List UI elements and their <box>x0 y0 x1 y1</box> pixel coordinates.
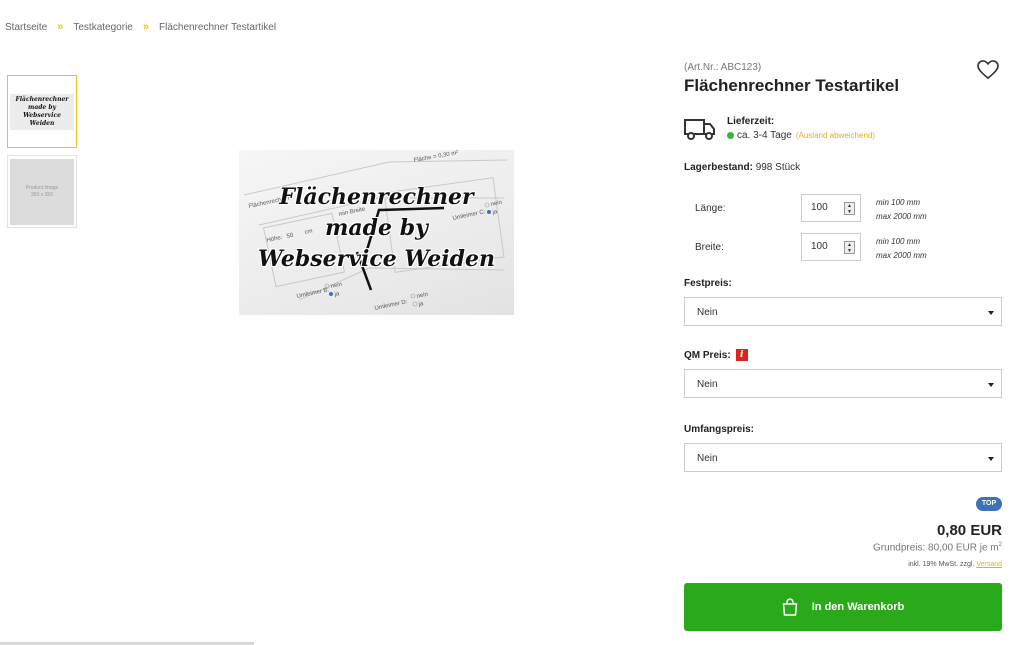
thumbnail-text: Flächenrechner <box>15 95 69 103</box>
breite-input[interactable]: 100 ▲ ▼ <box>801 233 861 261</box>
select-label-text: Umfangspreis: <box>684 424 755 435</box>
delivery-info: Lieferzeit: ca. 3-4 Tage (Ausland abweic… <box>684 116 875 142</box>
add-to-cart-button[interactable]: In den Warenkorb <box>684 583 1002 631</box>
shipping-link[interactable]: Versand <box>976 561 1002 568</box>
delivery-time: ca. 3-4 Tage <box>737 130 792 141</box>
dimension-min: min 100 mm <box>876 198 921 207</box>
main-product-image[interactable]: Fläche = 0,30 m² Flächenrechner min Brei… <box>239 150 514 315</box>
dimension-range: min 100 mm max 2000 mm <box>876 196 927 224</box>
top-badge: TOP <box>976 497 1002 511</box>
umfangspreis-select[interactable]: Nein <box>684 443 1002 472</box>
delivery-truck-icon <box>684 119 715 140</box>
qm-preis-select[interactable]: Nein <box>684 369 1002 398</box>
thumbnail-list: Flächenrechner made by Webservice Weiden… <box>7 75 77 235</box>
select-value: Nein <box>697 453 718 464</box>
main-image-label: Umleimer D: <box>374 299 408 312</box>
main-image-label: ja <box>333 291 340 298</box>
delivery-text: Lieferzeit: ca. 3-4 Tage (Ausland abweic… <box>727 116 875 142</box>
select-label-text: Festpreis: <box>684 278 732 289</box>
main-image-line: Webservice Weiden <box>257 246 496 272</box>
thumbnail-image-2: Product Image 350 x 350 <box>10 158 74 225</box>
vat-info: inkl. 19% MwSt. zzgl. Versand <box>908 561 1002 568</box>
dimension-range: min 100 mm max 2000 mm <box>876 235 927 263</box>
select-label-text: QM Preis: <box>684 349 731 361</box>
breadcrumb-separator: » <box>57 21 64 33</box>
dimension-row-laenge: Länge: 100 ▲ ▼ min 100 mm max 2000 mm <box>684 194 1002 224</box>
spinner-icon[interactable]: ▲ ▼ <box>844 241 855 254</box>
product-price: 0,80 EUR <box>936 522 1002 539</box>
main-image-label: ja <box>417 301 424 308</box>
breite-value: 100 <box>811 241 828 252</box>
delivery-value: ca. 3-4 Tage (Ausland abweichend) <box>727 130 875 141</box>
qm-preis-label: QM Preis: i <box>684 349 1002 361</box>
caret-down-icon <box>988 311 994 315</box>
breadcrumb-category[interactable]: Testkategorie <box>73 22 132 33</box>
article-number: (Art.Nr.: ABC123) <box>684 62 762 73</box>
info-icon[interactable]: i <box>735 349 748 361</box>
thumbnail-1[interactable]: Flächenrechner made by Webservice Weiden <box>7 75 77 148</box>
dimension-row-breite: Breite: 100 ▲ ▼ min 100 mm max 2000 mm <box>684 233 1002 263</box>
availability-dot-icon <box>727 132 734 139</box>
main-image-label: Fläche = 0,30 m² <box>413 150 459 164</box>
dimension-max: max 2000 mm <box>876 212 927 221</box>
dimension-max: max 2000 mm <box>876 251 927 260</box>
main-image-line: Flächenrechner <box>279 184 474 210</box>
vat-text: inkl. 19% MwSt. zzgl. <box>908 561 975 568</box>
select-value: Nein <box>697 307 718 318</box>
main-image-label: nein <box>330 282 342 290</box>
festpreis-select[interactable]: Nein <box>684 297 1002 326</box>
thumbnail-text: 350 x 350 <box>31 191 53 198</box>
dimension-min: min 100 mm <box>876 237 921 246</box>
breadcrumb-current[interactable]: Flächenrechner Testartikel <box>159 22 276 33</box>
dimension-label: Länge: <box>695 203 726 214</box>
breadcrumb: Startseite » Testkategorie » Flächenrech… <box>5 21 276 33</box>
base-price-text: Grundpreis: 80,00 EUR je m <box>873 542 999 554</box>
umfangspreis-block: Umfangspreis: Nein <box>684 424 1002 472</box>
wishlist-heart-icon[interactable] <box>977 60 999 80</box>
thumbnail-2[interactable]: Product Image 350 x 350 <box>7 155 77 228</box>
add-to-cart-label: In den Warenkorb <box>811 601 905 613</box>
thumbnail-text: Product Image <box>25 184 59 191</box>
stock-label: Lagerbestand: <box>684 162 753 173</box>
festpreis-label: Festpreis: <box>684 278 1002 289</box>
laenge-input[interactable]: 100 ▲ ▼ <box>801 194 861 222</box>
delivery-note: (Ausland abweichend) <box>795 131 876 140</box>
delivery-label: Lieferzeit: <box>727 116 775 127</box>
spinner-icon[interactable]: ▲ ▼ <box>844 202 855 215</box>
shopping-bag-icon <box>782 598 798 616</box>
base-price-unit-sup: 2 <box>998 542 1002 548</box>
thumbnail-text: made by <box>27 103 57 111</box>
dimension-label: Breite: <box>695 242 724 253</box>
qm-preis-block: QM Preis: i Nein <box>684 349 1002 398</box>
thumbnail-image-1: Flächenrechner made by Webservice Weiden <box>10 93 74 130</box>
product-title: Flächenrechner Testartikel <box>684 76 900 95</box>
select-value: Nein <box>697 379 718 390</box>
base-price: Grundpreis: 80,00 EUR je m2 <box>873 542 1002 553</box>
main-image-label: nein <box>416 292 428 300</box>
caret-down-icon <box>988 383 994 387</box>
stock-value: 998 Stück <box>755 162 801 173</box>
product-header: (Art.Nr.: ABC123) Flächenrechner Testart… <box>684 62 1002 96</box>
umfangspreis-label: Umfangspreis: <box>684 424 1002 435</box>
main-image-label: Umleimer B: <box>296 287 330 300</box>
festpreis-block: Festpreis: Nein <box>684 278 1002 326</box>
caret-down-icon <box>988 457 994 461</box>
main-image-line: made by <box>325 215 428 241</box>
breadcrumb-home[interactable]: Startseite <box>5 22 47 33</box>
laenge-value: 100 <box>811 202 828 213</box>
breadcrumb-separator: » <box>142 21 149 33</box>
thumbnail-text: Webservice Weiden <box>23 111 61 127</box>
stock-info: Lagerbestand: 998 Stück <box>684 162 800 173</box>
main-image-caption: Flächenrechner made by Webservice Weiden <box>239 182 514 275</box>
